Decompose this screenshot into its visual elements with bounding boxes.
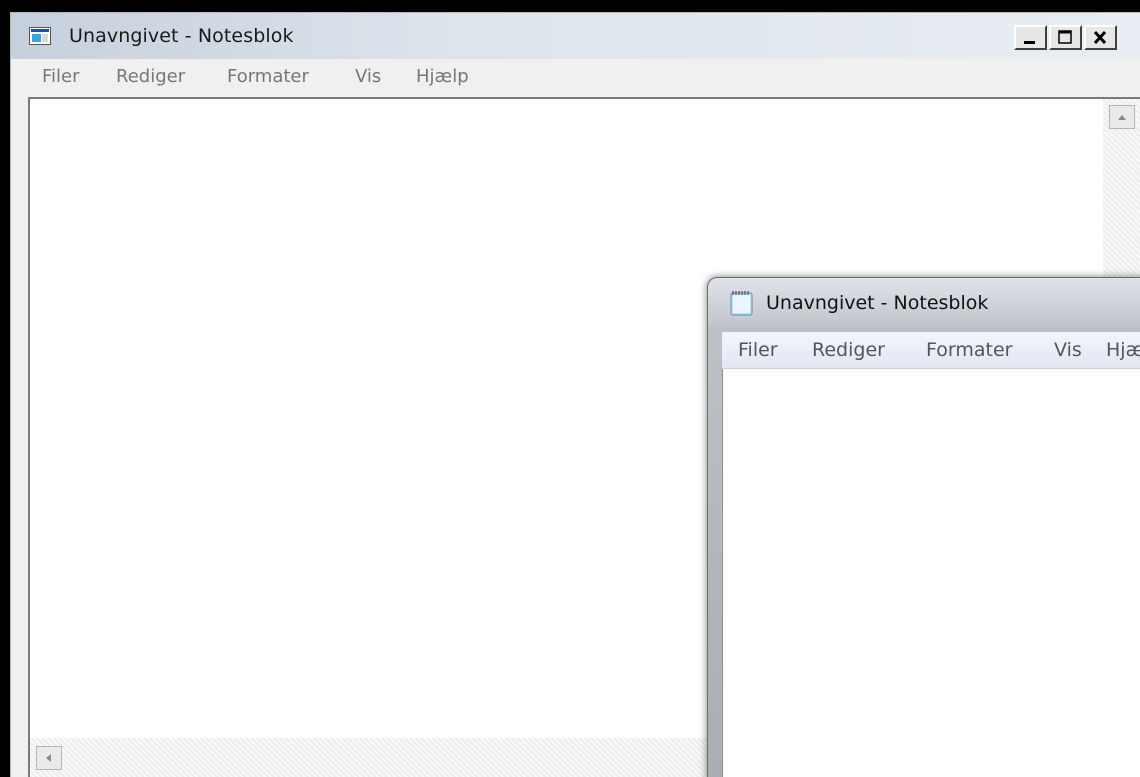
text-editor[interactable] xyxy=(722,369,1140,777)
window-controls xyxy=(1014,25,1119,50)
menu-item-hjaelp[interactable]: Hjælp xyxy=(416,66,469,87)
menu-item-rediger[interactable]: Rediger xyxy=(116,66,185,87)
menu-item-filer[interactable]: Filer xyxy=(738,339,778,361)
maximize-button[interactable] xyxy=(1049,25,1082,50)
scroll-up-button[interactable] xyxy=(1109,105,1135,129)
menu-item-formater[interactable]: Formater xyxy=(227,66,309,87)
menu-item-rediger[interactable]: Rediger xyxy=(812,339,885,361)
notepad-classic-icon xyxy=(29,27,51,45)
menu-bar: Filer Rediger Formater Vis Hjælp xyxy=(11,63,1140,91)
menu-item-vis[interactable]: Vis xyxy=(1054,339,1082,361)
desktop: Unavngivet - Notesblok Filer Rediger For… xyxy=(0,0,1140,777)
notepad-window-aero[interactable]: Unavngivet - Notesblok Filer Rediger For… xyxy=(707,277,1140,777)
title-bar[interactable]: Unavngivet - Notesblok xyxy=(11,13,1140,59)
menu-item-vis[interactable]: Vis xyxy=(355,66,381,87)
maximize-icon xyxy=(1058,30,1072,44)
notepad-aero-icon xyxy=(730,290,754,316)
menu-item-formater[interactable]: Formater xyxy=(926,339,1012,361)
window-title: Unavngivet - Notesblok xyxy=(766,292,989,314)
close-icon xyxy=(1093,30,1107,45)
window-title: Unavngivet - Notesblok xyxy=(69,25,294,47)
arrow-up-icon xyxy=(1118,115,1126,120)
minimize-button[interactable] xyxy=(1014,25,1047,50)
title-bar[interactable]: Unavngivet - Notesblok xyxy=(708,278,1140,326)
scroll-left-button[interactable] xyxy=(36,746,62,770)
minimize-icon xyxy=(1024,41,1035,44)
menu-item-hjaelp[interactable]: Hjælp xyxy=(1106,339,1140,361)
menu-item-filer[interactable]: Filer xyxy=(42,66,80,87)
close-button[interactable] xyxy=(1084,25,1117,50)
menu-bar: Filer Rediger Formater Vis Hjælp xyxy=(722,332,1140,369)
arrow-left-icon xyxy=(46,754,51,762)
